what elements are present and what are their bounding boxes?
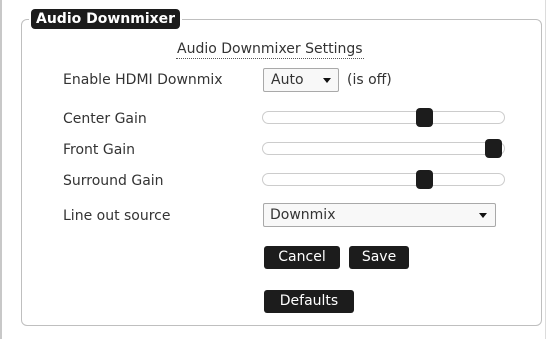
chevron-down-icon [479,213,487,218]
front-gain-handle[interactable] [485,139,503,158]
line-out-source-label: Line out source [63,208,171,224]
hdmi-downmix-select[interactable]: Auto [263,68,339,92]
hdmi-downmix-value: Auto [271,72,304,88]
surround-gain-handle[interactable] [416,170,434,189]
cancel-button[interactable]: Cancel [264,246,340,269]
front-gain-label: Front Gain [63,142,136,158]
settings-title: Audio Downmixer Settings [176,41,364,59]
front-gain-slider[interactable] [262,139,505,158]
defaults-button[interactable]: Defaults [264,290,354,313]
audio-downmixer-page: Audio Downmixer Audio Downmixer Settings… [0,0,546,339]
center-gain-handle[interactable] [416,108,434,127]
surround-gain-label: Surround Gain [63,173,164,189]
chevron-down-icon [323,78,331,83]
center-gain-label: Center Gain [63,111,147,127]
surround-gain-slider[interactable] [262,170,505,189]
left-border [0,0,2,339]
save-button[interactable]: Save [349,246,409,269]
line-out-source-select[interactable]: Downmix [263,203,496,227]
hdmi-downmix-status: (is off) [347,72,392,88]
line-out-source-value: Downmix [270,207,336,223]
center-gain-slider[interactable] [262,108,505,127]
panel-legend: Audio Downmixer [31,9,181,29]
hdmi-downmix-label: Enable HDMI Downmix [63,72,223,88]
